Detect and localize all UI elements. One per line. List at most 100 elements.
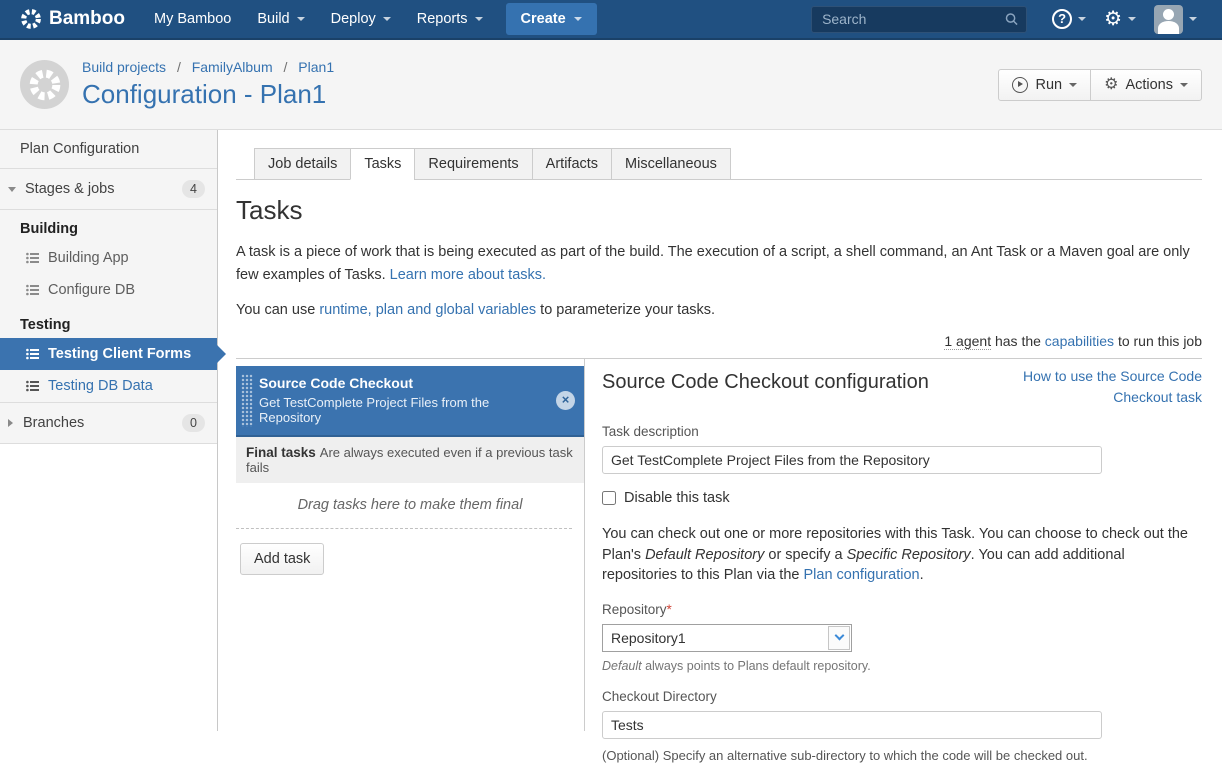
actions-button-label: Actions bbox=[1125, 77, 1173, 93]
create-button[interactable]: Create bbox=[506, 3, 597, 35]
task-description-label: Task description bbox=[602, 424, 1202, 439]
nav-build-label: Build bbox=[257, 11, 289, 27]
play-icon bbox=[1012, 77, 1028, 93]
run-button[interactable]: Run bbox=[998, 69, 1091, 101]
select-arrow-button[interactable] bbox=[828, 626, 850, 650]
tasks-intro-paragraph: A task is a piece of work that is being … bbox=[236, 241, 1202, 287]
nav-deploy[interactable]: Deploy bbox=[318, 0, 404, 39]
bamboo-logo[interactable]: Bamboo bbox=[20, 8, 125, 30]
actions-button[interactable]: Actions bbox=[1090, 69, 1202, 101]
bamboo-logo-icon bbox=[20, 8, 42, 30]
user-menu[interactable] bbox=[1149, 5, 1202, 34]
agents-text: to run this job bbox=[1114, 333, 1202, 349]
tab-miscellaneous[interactable]: Miscellaneous bbox=[611, 148, 731, 180]
agents-text: has the bbox=[991, 333, 1045, 349]
repository-select[interactable]: Repository1 bbox=[602, 624, 852, 652]
tab-job-details[interactable]: Job details bbox=[254, 148, 351, 180]
repo-default-repository: Default Repository bbox=[645, 547, 764, 563]
sidebar-item-configure-db[interactable]: Configure DB bbox=[0, 274, 217, 306]
chevron-down-icon bbox=[475, 17, 483, 21]
repository-description: You can check out one or more repositori… bbox=[602, 524, 1202, 586]
help-menu[interactable] bbox=[1047, 9, 1091, 29]
drag-handle-icon[interactable] bbox=[241, 374, 253, 427]
tab-artifacts[interactable]: Artifacts bbox=[532, 148, 612, 180]
repo-text: . bbox=[920, 567, 924, 583]
chevron-down-icon bbox=[1069, 83, 1077, 87]
disable-task-row[interactable]: Disable this task bbox=[602, 490, 1202, 506]
list-icon bbox=[26, 380, 39, 392]
user-avatar-icon bbox=[1154, 5, 1183, 34]
configure-db-label: Configure DB bbox=[48, 282, 135, 298]
breadcrumb-plan1[interactable]: Plan1 bbox=[298, 59, 334, 75]
header-text: Build projects / FamilyAlbum / Plan1 Con… bbox=[82, 59, 334, 110]
config-header: Source Code Checkout configuration How t… bbox=[602, 366, 1202, 408]
intro-text: A task is a piece of work that is being … bbox=[236, 244, 1190, 283]
repository-label: Repository* bbox=[602, 602, 1202, 617]
building-app-label: Building App bbox=[48, 250, 129, 266]
repository-help-rest: always points to Plans default repositor… bbox=[642, 659, 871, 673]
disable-task-checkbox[interactable] bbox=[602, 491, 616, 505]
sidebar-item-testing-db-data[interactable]: Testing DB Data bbox=[0, 370, 217, 402]
delete-task-button[interactable] bbox=[556, 391, 575, 410]
capabilities-link[interactable]: capabilities bbox=[1045, 333, 1114, 349]
add-task-button[interactable]: Add task bbox=[240, 543, 324, 575]
breadcrumb-familyalbum[interactable]: FamilyAlbum bbox=[192, 59, 273, 75]
chevron-down-icon bbox=[297, 17, 305, 21]
repository-help-text: Default always points to Plans default r… bbox=[602, 659, 1202, 673]
sidebar-item-branches[interactable]: Branches 0 bbox=[0, 402, 217, 443]
config-heading: Source Code Checkout configuration bbox=[602, 371, 929, 394]
stages-count-badge: 4 bbox=[182, 180, 205, 198]
nav-my-bamboo[interactable]: My Bamboo bbox=[141, 0, 244, 39]
plan-configuration-label: Plan Configuration bbox=[20, 141, 139, 157]
final-tasks-header: Final tasksAre always executed even if a… bbox=[236, 437, 584, 483]
list-icon bbox=[26, 348, 39, 360]
repository-selected-value: Repository1 bbox=[603, 630, 828, 646]
how-to-use-link[interactable]: How to use the Source Code Checkout task bbox=[994, 366, 1202, 408]
list-icon bbox=[26, 284, 39, 296]
navbar-icon-group bbox=[1047, 5, 1202, 34]
nav-build[interactable]: Build bbox=[244, 0, 317, 39]
learn-more-link[interactable]: Learn more about tasks. bbox=[390, 267, 546, 283]
tasks-heading: Tasks bbox=[236, 195, 1202, 226]
breadcrumb: Build projects / FamilyAlbum / Plan1 bbox=[82, 59, 334, 75]
sidebar-item-stages-jobs[interactable]: Stages & jobs 4 bbox=[0, 169, 217, 210]
tab-requirements[interactable]: Requirements bbox=[414, 148, 532, 180]
nav-my-bamboo-label: My Bamboo bbox=[154, 11, 231, 27]
checkout-directory-input[interactable] bbox=[602, 711, 1102, 739]
task-title: Source Code Checkout bbox=[259, 375, 548, 391]
page-header: Build projects / FamilyAlbum / Plan1 Con… bbox=[0, 40, 1222, 130]
repository-help-default: Default bbox=[602, 659, 642, 673]
intro-text: to parameterize your tasks. bbox=[536, 302, 715, 318]
repo-text: or specify a bbox=[764, 547, 846, 563]
sidebar-item-building-app[interactable]: Building App bbox=[0, 242, 217, 274]
repo-specific-repository: Specific Repository bbox=[847, 547, 971, 563]
task-config-panel: Source Code Checkout configuration How t… bbox=[585, 359, 1202, 731]
task-card-source-code-checkout[interactable]: Source Code Checkout Get TestComplete Pr… bbox=[236, 366, 584, 437]
run-button-label: Run bbox=[1035, 77, 1062, 93]
search-input[interactable] bbox=[820, 10, 1005, 28]
chevron-down-icon bbox=[383, 17, 391, 21]
branches-count-badge: 0 bbox=[182, 414, 205, 432]
variables-link[interactable]: runtime, plan and global variables bbox=[319, 302, 536, 318]
admin-menu[interactable] bbox=[1099, 9, 1141, 29]
sidebar-item-plan-configuration[interactable]: Plan Configuration bbox=[0, 130, 217, 169]
tab-tasks[interactable]: Tasks bbox=[350, 148, 415, 180]
nav-reports[interactable]: Reports bbox=[404, 0, 496, 39]
sidebar-item-testing-client-forms[interactable]: Testing Client Forms bbox=[0, 338, 217, 370]
chevron-down-icon bbox=[8, 187, 16, 192]
drag-tasks-hint: Drag tasks here to make them final bbox=[236, 483, 584, 528]
page-shell: Plan Configuration Stages & jobs 4 Build… bbox=[0, 130, 1222, 731]
chevron-down-icon bbox=[834, 631, 844, 641]
top-navbar: Bamboo My Bamboo Build Deploy Reports Cr… bbox=[0, 0, 1222, 40]
plan-configuration-link[interactable]: Plan configuration bbox=[804, 567, 920, 583]
task-description-input[interactable] bbox=[602, 446, 1102, 474]
variables-paragraph: You can use runtime, plan and global var… bbox=[236, 299, 1202, 322]
chevron-down-icon bbox=[1078, 17, 1086, 21]
stage-heading-building: Building bbox=[0, 210, 217, 242]
intro-text: You can use bbox=[236, 302, 319, 318]
chevron-down-icon bbox=[574, 17, 582, 21]
checkout-directory-help: (Optional) Specify an alternative sub-di… bbox=[602, 748, 1202, 763]
search-box[interactable] bbox=[811, 6, 1027, 33]
testing-db-data-label: Testing DB Data bbox=[48, 378, 153, 394]
breadcrumb-build-projects[interactable]: Build projects bbox=[82, 59, 166, 75]
